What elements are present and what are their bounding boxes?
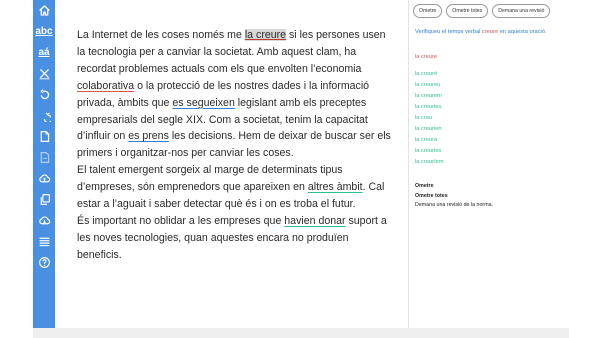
copy-button[interactable] (33, 189, 55, 210)
suggestion-item[interactable]: la creurien (415, 124, 569, 135)
tool-sidebar: abc aá (33, 0, 55, 338)
original-phrase: la creure (415, 53, 438, 60)
instruction-text: Verifiqueu el temps verbal creure en aqu… (415, 29, 547, 35)
list-button[interactable] (33, 231, 55, 252)
cloud-download-icon (38, 216, 50, 225)
text-segment: La Internet de les coses només me (77, 29, 245, 41)
cloud-upload-button[interactable] (33, 168, 55, 189)
suggestion-item[interactable]: la creurà (415, 135, 569, 146)
home-icon (38, 5, 50, 16)
grammar-icon: aá (38, 46, 50, 58)
bottom-scrollbar[interactable] (33, 328, 569, 338)
document-disabled-button[interactable] (33, 147, 55, 168)
rotate-back-icon (43, 112, 51, 122)
correction-panel: Ometre Ometre totes Demana una revisió V… (409, 0, 569, 328)
suggestion-item[interactable]: la creurem (415, 91, 569, 102)
suggestion-item[interactable]: la creuries (415, 146, 569, 157)
cloud-download-button[interactable] (33, 210, 55, 231)
error-word: creure (482, 29, 499, 35)
text-editor[interactable]: La Internet de les coses només me la cre… (55, 0, 408, 328)
request-review-button[interactable]: Demana una revisió (492, 4, 551, 18)
omit-all-link[interactable]: Ometre totes (415, 192, 569, 202)
document-icon (40, 131, 49, 142)
help-icon (38, 257, 50, 268)
cut-button[interactable] (33, 63, 55, 84)
document-paragraph: La Internet de les coses només me la cre… (77, 27, 395, 162)
spelling-error[interactable]: colaborativa (77, 80, 134, 92)
request-rule-review-link[interactable]: Demana una revisió de la norma. (415, 201, 569, 211)
text-segment: El talent emergent sorgeix al marge de d… (77, 164, 343, 194)
grammar-error[interactable]: altres àmbit (308, 181, 363, 193)
cloud-upload-icon (38, 174, 50, 183)
list-icon (39, 237, 49, 247)
document-paragraph: El talent emergent sorgeix al marge de d… (77, 162, 395, 213)
document-paragraph: És important no oblidar a les empreses q… (77, 213, 395, 264)
grammar-button[interactable]: aá (33, 42, 55, 63)
copy-icon (40, 194, 50, 205)
grammar-error[interactable]: es segueixen (172, 97, 234, 109)
grammar-error[interactable]: havien donar (284, 215, 345, 227)
rotate-button[interactable] (33, 84, 55, 105)
spellcheck-button[interactable]: abc (33, 21, 55, 42)
suggestion-item[interactable]: la creuré (415, 69, 569, 80)
rotate-icon (39, 89, 49, 100)
scissors-icon (39, 68, 49, 80)
document-disabled-icon (40, 152, 49, 163)
grammar-error[interactable]: es prens (128, 130, 169, 142)
suggestion-item[interactable]: la creureu (415, 80, 569, 91)
active-error[interactable]: la creure (244, 29, 287, 41)
omit-button[interactable]: Ometre (413, 4, 443, 18)
spellcheck-abc-icon: abc (35, 25, 53, 37)
omit-all-button[interactable]: Ometre totes (446, 4, 489, 18)
omit-link[interactable]: Ometre (415, 182, 569, 192)
rotate-back-button[interactable] (33, 105, 55, 126)
new-document-button[interactable] (33, 126, 55, 147)
help-button[interactable] (33, 252, 55, 273)
home-button[interactable] (33, 0, 55, 21)
document-body[interactable]: La Internet de les coses només me la cre… (77, 27, 395, 264)
action-list: Ometre Ometre totes Demana una revisió d… (415, 182, 569, 211)
suggestion-list: la creuré la creureu la creurem la creurieu… (415, 69, 569, 169)
suggestion-item[interactable]: la creu (415, 113, 569, 124)
text-segment: És important no oblidar a les empreses q… (77, 214, 285, 227)
suggestion-item[interactable]: la creuríem (415, 157, 569, 168)
suggestion-item[interactable]: la creurieu (415, 102, 569, 113)
